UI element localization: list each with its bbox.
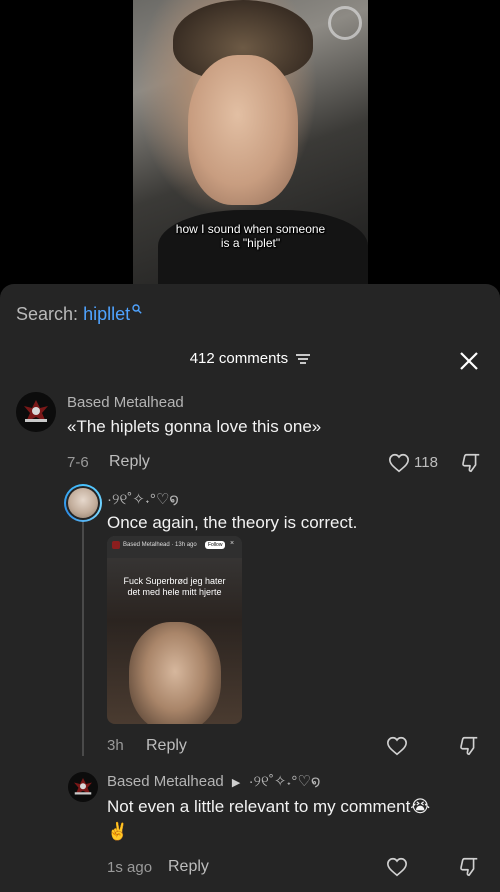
comment-author[interactable]: ·୨୧˚✧˖°♡໑ [107,490,179,508]
ceiling-fan [328,6,362,40]
comment-text: «The hiplets gonna love this one» [67,417,322,436]
thread-line [82,510,84,756]
heart-icon[interactable] [386,856,408,878]
attached-close: × [230,540,235,547]
comment-author[interactable]: Based Metalhead [107,773,224,790]
comment-count: 412 comments [189,350,289,367]
avatar [68,488,98,518]
attached-author: Based Metalhead · 13h ago [123,542,197,548]
sort-lines-icon[interactable] [296,354,311,364]
reply-button[interactable]: Reply [146,737,187,755]
metal-logo-icon [16,392,56,432]
avatar-story-ring[interactable] [64,484,102,522]
attached-screenshot[interactable]: Based Metalhead · 13h ago Follow × Fuck … [107,536,242,724]
attached-avatar [112,541,120,549]
comment-author[interactable]: Based Metalhead [67,394,184,411]
video-caption: how I sound when someone is a "hiplet" [133,222,368,250]
video-caption-line2: is a "hiplet" [220,236,281,250]
search-icon[interactable] [132,304,142,314]
reply-button[interactable]: Reply [168,858,209,876]
heart-icon[interactable] [388,452,410,474]
comment-date: 7-6 [67,454,89,471]
comment-emoji-line: ✌️ [107,822,129,841]
reply-button[interactable]: Reply [109,453,150,471]
like-count: 118 [414,454,438,471]
close-icon[interactable] [458,350,480,372]
dislike-icon[interactable] [458,856,480,878]
attached-caption-line2: det med hele mitt hjerte [127,587,222,597]
video-caption-line1: how I sound when someone [175,222,326,236]
search-prefix: Search: [16,304,79,324]
comments-sheet: Search: hipllet 412 comments Based Metal… [0,284,500,892]
video-player[interactable]: how I sound when someone is a "hiplet" [0,0,500,300]
metal-logo-icon [68,772,98,802]
comment-text: Once again, the theory is correct. [107,513,358,532]
avatar[interactable] [68,772,98,802]
attached-caption: Fuck Superbrød jeg hater det med hele mi… [107,576,242,598]
reply-arrow-icon: ▶ [231,777,241,789]
heart-icon[interactable] [386,735,408,757]
avatar-inner [66,486,100,520]
search-suggestion[interactable]: Search: hipllet [16,304,142,325]
avatar[interactable] [16,392,56,432]
search-term[interactable]: hipllet [83,304,130,324]
comment-date: 3h [107,737,124,754]
comment-text: Not even a little relevant to my comment… [107,797,431,816]
comment-author-line: Based Metalhead ▶ ·୨୧˚✧˖°♡໑ [107,772,320,790]
attached-follow-button: Follow [205,541,226,549]
comment-date: 1s ago [107,859,153,876]
comments-header: 412 comments [0,350,500,372]
attached-face [129,622,221,724]
dislike-icon[interactable] [460,452,482,474]
dislike-icon[interactable] [458,735,480,757]
attached-caption-line1: Fuck Superbrød jeg hater [123,576,226,586]
person-face [188,55,298,205]
reply-to-author[interactable]: ·୨୧˚✧˖°♡໑ [249,773,321,790]
